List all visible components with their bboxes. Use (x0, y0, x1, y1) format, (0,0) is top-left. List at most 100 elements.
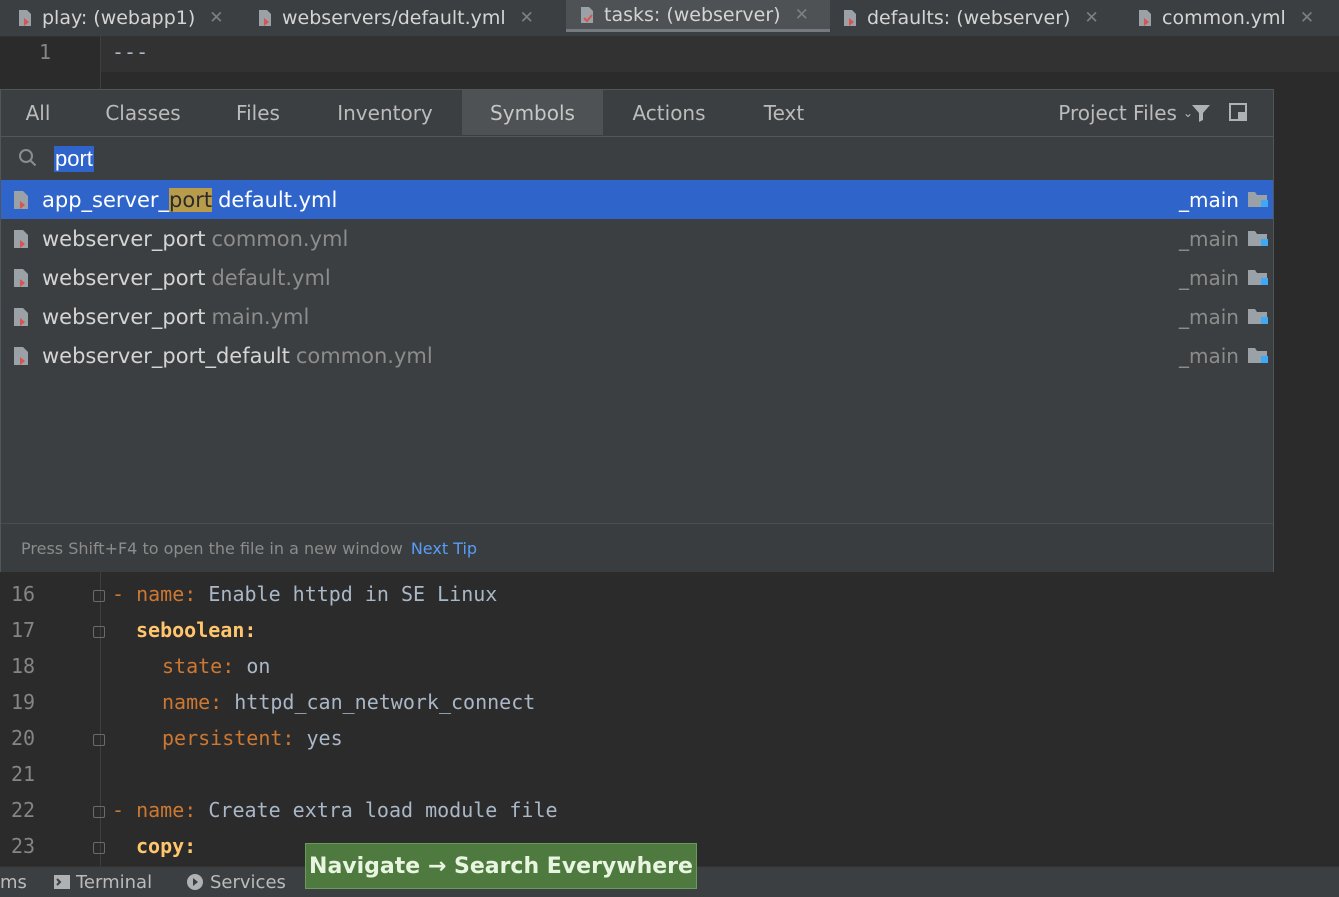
yaml-file-icon (843, 9, 857, 27)
problems-tool-button[interactable]: ms (0, 867, 27, 897)
code-line[interactable]: --- (112, 40, 148, 64)
module-folder-icon (1248, 348, 1268, 363)
module-label: _main (1179, 265, 1239, 290)
symbol-name: webserver_port_default (42, 343, 290, 368)
terminal-icon (54, 875, 70, 889)
symbol-name: webserver_port (42, 226, 206, 251)
yaml-file-icon (580, 6, 594, 24)
result-row[interactable]: app_server_port default.yml _main (1, 180, 1273, 219)
preview-panel-icon[interactable] (1229, 103, 1247, 121)
line-number: 1 (38, 40, 52, 64)
match-highlight: port (169, 187, 213, 212)
search-input[interactable] (53, 143, 1253, 173)
tab-tasks-webserver[interactable]: tasks: (webserver) ✕ (566, 0, 830, 32)
search-icon (19, 149, 37, 167)
yaml-symbol-icon (13, 190, 29, 210)
tab-play-webapp1[interactable]: play: (webapp1) ✕ (18, 0, 224, 35)
fold-marker-icon[interactable] (93, 626, 105, 638)
code-line[interactable]: persistent: yes (162, 726, 343, 750)
module-label: _main (1179, 343, 1239, 368)
services-tool-button[interactable]: Services (186, 867, 286, 897)
tab-common[interactable]: common.yml ✕ (1138, 0, 1314, 35)
line-number: 16 (10, 582, 36, 606)
symbol-name: app_server_port (42, 187, 213, 212)
code-line[interactable]: seboolean: (136, 618, 256, 642)
close-icon[interactable]: ✕ (209, 8, 223, 28)
tab-inventory[interactable]: Inventory (321, 90, 449, 135)
result-row[interactable]: webserver_port main.yml _main (1, 297, 1273, 336)
symbol-file: default.yml (218, 187, 338, 212)
fold-marker-icon[interactable] (93, 734, 105, 746)
fold-marker-icon[interactable] (93, 842, 105, 854)
tab-label: play: (webapp1) (42, 6, 196, 29)
editor-tab-bar: play: (webapp1) ✕ webservers/default.yml… (0, 0, 1339, 37)
result-row[interactable]: webserver_port_default common.yml _main (1, 336, 1273, 375)
search-row: port (1, 136, 1273, 181)
close-icon[interactable]: ✕ (520, 8, 534, 28)
code-line[interactable]: copy: (136, 834, 196, 858)
fold-marker-icon[interactable] (93, 806, 105, 818)
tab-label: defaults: (webserver) (867, 6, 1071, 29)
action-tooltip: Navigate → Search Everywhere (305, 843, 697, 889)
tab-webservers-default[interactable]: webservers/default.yml ✕ (258, 0, 534, 35)
services-icon (187, 874, 203, 890)
symbol-file: common.yml (211, 226, 349, 251)
symbol-file: common.yml (295, 343, 433, 368)
line-number: 18 (10, 654, 36, 678)
code-line[interactable]: - name: Enable httpd in SE Linux (112, 582, 497, 606)
line-number: 20 (10, 726, 36, 750)
next-tip-link[interactable]: Next Tip (411, 539, 477, 558)
tab-symbols[interactable]: Symbols (462, 90, 603, 135)
code-line[interactable]: name: httpd_can_network_connect (162, 690, 535, 714)
line-number: 21 (10, 762, 36, 786)
module-folder-icon (1248, 309, 1268, 324)
tab-label: common.yml (1162, 6, 1286, 29)
module-folder-icon (1248, 231, 1268, 246)
symbol-file: default.yml (211, 265, 331, 290)
yaml-symbol-icon (13, 307, 29, 327)
symbol-name: webserver_port (42, 265, 206, 290)
tab-defaults-webserver[interactable]: defaults: (webserver) ✕ (843, 0, 1099, 35)
tab-label: tasks: (webserver) (604, 3, 781, 26)
line-number: 19 (10, 690, 36, 714)
close-icon[interactable]: ✕ (795, 5, 809, 25)
tab-files[interactable]: Files (223, 90, 293, 135)
tab-label: webservers/default.yml (282, 6, 506, 29)
module-label: _main (1179, 304, 1239, 329)
yaml-file-icon (18, 9, 32, 27)
module-folder-icon (1248, 270, 1268, 285)
fold-marker-icon[interactable] (93, 590, 105, 602)
search-everywhere-popup: All Classes Files Inventory Symbols Acti… (0, 89, 1274, 572)
tab-text[interactable]: Text (749, 90, 819, 135)
scope-dropdown[interactable]: Project Files ⌄ (1058, 90, 1193, 135)
close-icon[interactable]: ✕ (1300, 8, 1314, 28)
scope-label: Project Files (1058, 100, 1177, 125)
line-number: 23 (10, 834, 36, 858)
yaml-symbol-icon (13, 229, 29, 249)
filter-icon[interactable] (1191, 103, 1211, 123)
tab-all[interactable]: All (11, 90, 65, 135)
result-row[interactable]: webserver_port common.yml _main (1, 219, 1273, 258)
yaml-file-icon (258, 9, 272, 27)
module-label: _main (1179, 226, 1239, 251)
yaml-symbol-icon (13, 268, 29, 288)
popup-footer: Press Shift+F4 to open the file in a new… (1, 523, 1273, 572)
current-line-highlight (100, 36, 1339, 72)
results-list: app_server_port default.yml _main webser… (1, 180, 1273, 375)
code-line[interactable]: - name: Create extra load module file (112, 798, 558, 822)
terminal-tool-button[interactable]: Terminal (54, 867, 152, 897)
yaml-symbol-icon (13, 346, 29, 366)
symbol-file: main.yml (211, 304, 310, 329)
close-icon[interactable]: ✕ (1084, 8, 1098, 28)
yaml-file-icon (1138, 9, 1152, 27)
result-row[interactable]: webserver_port default.yml _main (1, 258, 1273, 297)
tab-classes[interactable]: Classes (91, 90, 195, 135)
tab-actions[interactable]: Actions (617, 90, 721, 135)
module-folder-icon (1248, 192, 1268, 207)
code-line[interactable]: state: on (162, 654, 270, 678)
module-label: _main (1179, 187, 1239, 212)
footer-tip: Press Shift+F4 to open the file in a new… (21, 538, 403, 558)
symbol-name: webserver_port (42, 304, 206, 329)
line-number: 17 (10, 618, 36, 642)
line-number: 22 (10, 798, 36, 822)
